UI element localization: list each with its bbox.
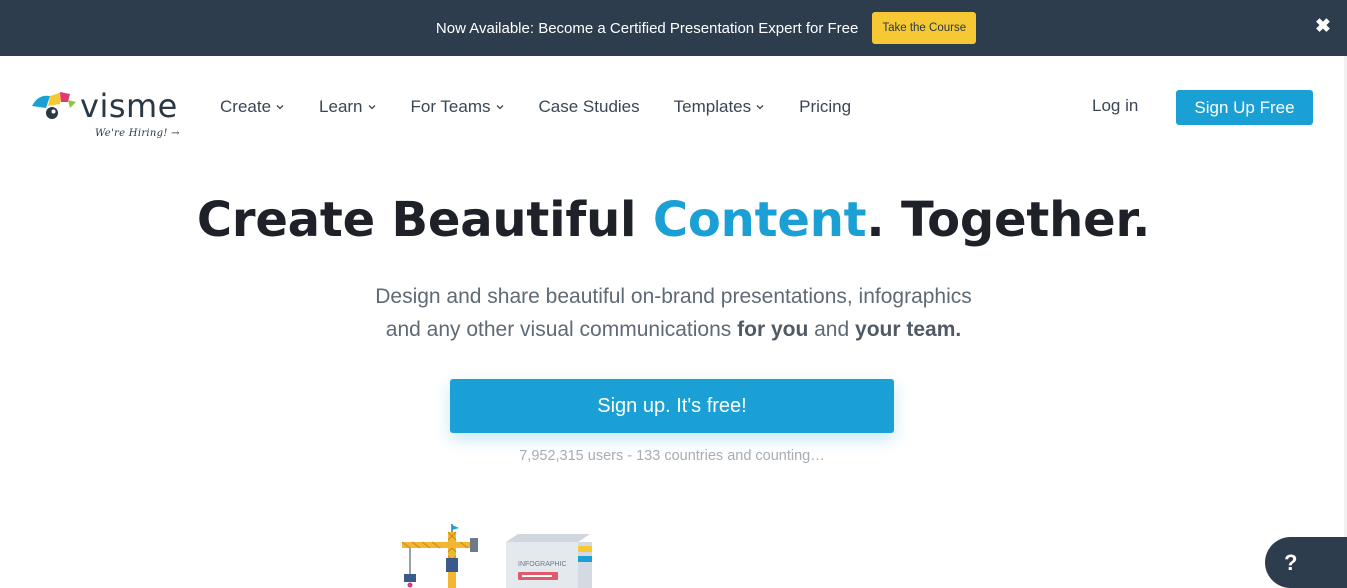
user-counter: 7,952,315 users - 133 countries and coun…: [519, 448, 825, 464]
help-button[interactable]: ?: [1265, 537, 1347, 588]
logo-wordmark: visme: [80, 87, 178, 125]
nav-templates[interactable]: Templates: [674, 97, 765, 117]
nav-create[interactable]: Create: [220, 97, 285, 117]
chevron-down-icon: [496, 105, 503, 110]
infographic-box-illustration-icon: INFOGRAPHIC: [506, 534, 592, 588]
help-label: ?: [1284, 549, 1298, 575]
nav-label: Templates: [673, 97, 752, 116]
take-course-button[interactable]: Take the Course: [872, 12, 977, 44]
logo-mark-icon: [32, 92, 76, 119]
infographic-label: INFOGRAPHIC: [518, 561, 567, 568]
nav-label: Pricing: [799, 97, 852, 116]
nav-label: Case Studies: [538, 97, 640, 116]
main-nav: Create Learn For Teams Case Studies Temp…: [220, 94, 885, 120]
nav-pricing[interactable]: Pricing: [799, 97, 851, 117]
chevron-down-icon: [368, 105, 375, 110]
hero-sub-line2a: and any other visual communications: [385, 318, 738, 341]
nav-for-teams[interactable]: For Teams: [411, 97, 505, 117]
visme-logo[interactable]: visme We're Hiring! →: [30, 88, 190, 144]
hero-title-part1: Create Beautiful: [196, 192, 653, 248]
announcement-text: Now Available: Become a Certified Presen…: [435, 19, 859, 37]
announcement-bar: Now Available: Become a Certified Presen…: [0, 0, 1347, 56]
nav-case-studies[interactable]: Case Studies: [539, 97, 640, 117]
hero-title-accent: Content: [652, 192, 867, 248]
login-link[interactable]: Log in: [1092, 96, 1138, 116]
nav-learn[interactable]: Learn: [319, 97, 376, 117]
hero-title-part2: . Together.: [866, 192, 1151, 248]
hero-sub-your-team: your team.: [855, 318, 962, 341]
nav-label: Create: [220, 97, 272, 116]
chevron-down-icon: [276, 105, 284, 110]
hero-sub-line1: Design and share beautiful on-brand pres…: [375, 285, 972, 308]
chevron-down-icon: [756, 105, 764, 110]
hero-title: Create Beautiful Content. Together.: [0, 192, 1347, 248]
nav-label: For Teams: [410, 97, 491, 116]
crane-illustration-icon: [401, 524, 478, 588]
hiring-link[interactable]: We're Hiring! →: [95, 128, 180, 139]
hero-sub-line2c: and: [808, 318, 856, 341]
sign-up-free-button[interactable]: Sign Up Free: [1176, 90, 1313, 125]
close-icon[interactable]: ✖: [1315, 16, 1331, 38]
hero-sub-for-you: for you: [737, 318, 809, 341]
sign-up-cta-button[interactable]: Sign up. It's free!: [450, 379, 894, 433]
hero-subtitle: Design and share beautiful on-brand pres…: [0, 280, 1347, 346]
nav-label: Learn: [319, 97, 363, 116]
